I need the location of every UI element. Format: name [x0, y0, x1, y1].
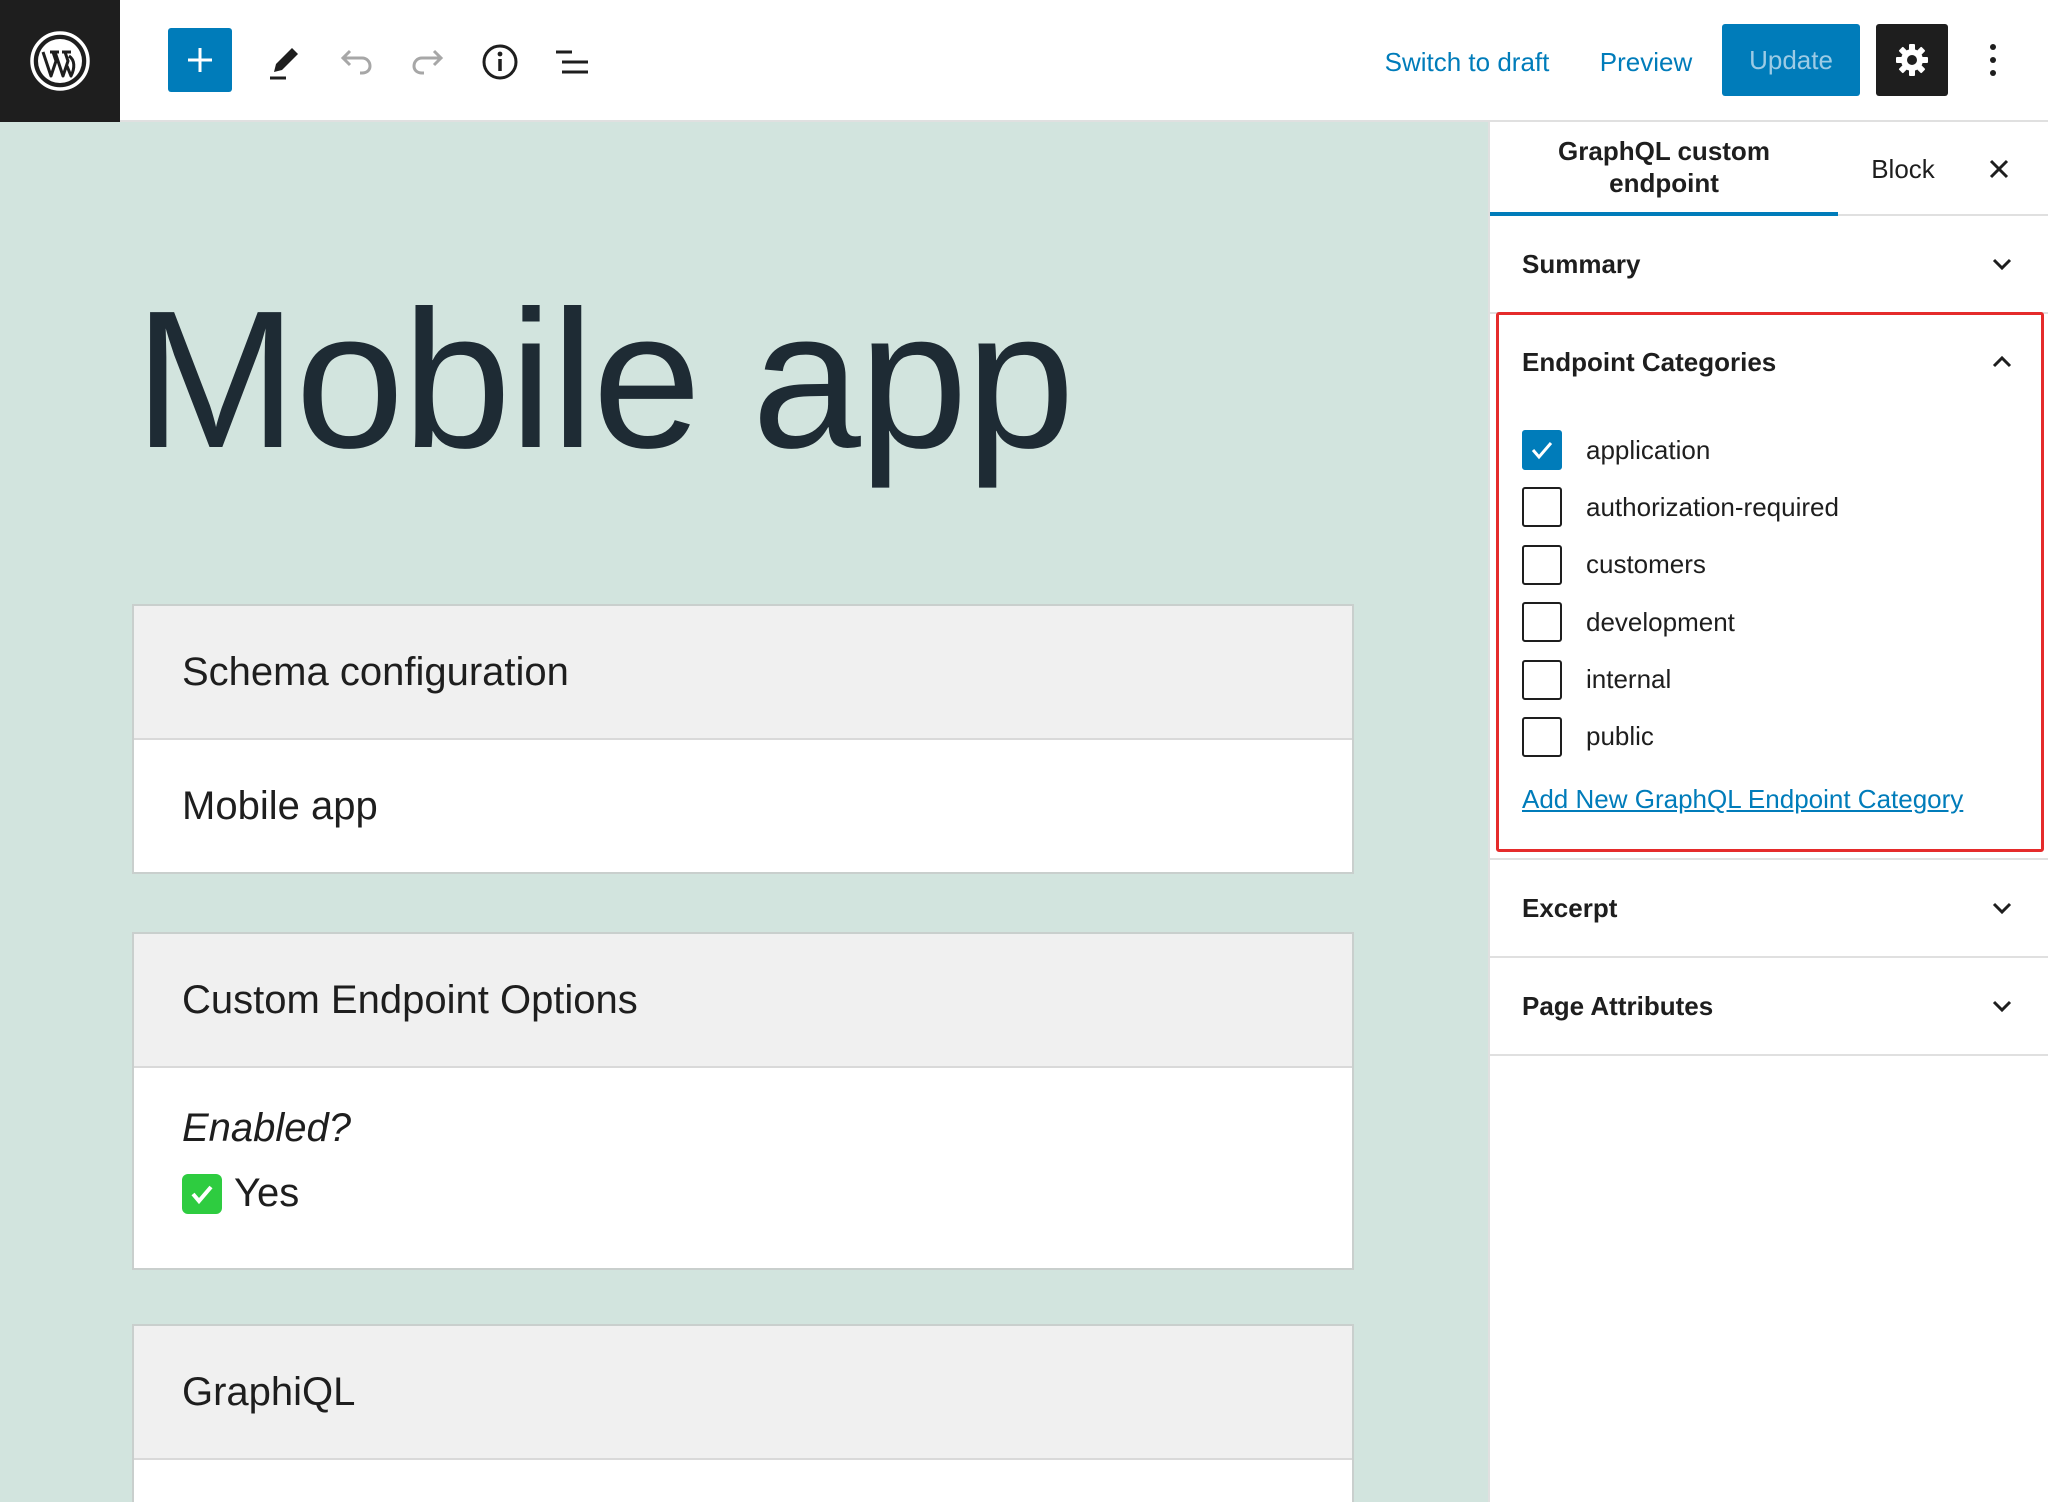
category-checkbox[interactable]	[1522, 487, 1562, 528]
checkmark-icon	[1531, 442, 1553, 460]
gear-icon	[1896, 44, 1928, 76]
add-block-button[interactable]	[168, 28, 232, 92]
block-body: Enabled? Yes	[134, 1068, 1352, 1268]
category-checkbox[interactable]	[1522, 602, 1562, 643]
category-checkbox[interactable]	[1522, 544, 1562, 585]
excerpt-panel-toggle[interactable]: Excerpt	[1490, 860, 2048, 956]
chevron-down-icon	[1992, 1000, 2012, 1013]
category-label: development	[1586, 606, 1735, 637]
wordpress-logo-button[interactable]	[0, 0, 120, 122]
checkmark-icon	[182, 1173, 222, 1214]
category-item[interactable]: development	[1522, 602, 1839, 643]
list-view-button[interactable]	[544, 34, 600, 90]
enabled-label: Enabled?	[182, 1106, 352, 1150]
chevron-down-icon	[1992, 902, 2012, 915]
tools-button[interactable]	[256, 34, 312, 90]
list-view-icon	[556, 50, 588, 74]
redo-button[interactable]	[400, 34, 456, 90]
chevron-up-icon	[1992, 355, 2012, 368]
editor-header: Switch to draft Preview Update	[0, 0, 2048, 122]
add-new-category-link[interactable]: Add New GraphQL Endpoint Category	[1522, 784, 1963, 815]
category-checkbox[interactable]	[1522, 659, 1562, 700]
category-label: internal	[1586, 664, 1672, 695]
category-label: application	[1586, 434, 1711, 465]
wordpress-logo-icon	[30, 31, 90, 91]
tab-block[interactable]: Block	[1848, 122, 1958, 216]
panel-title: Page Attributes	[1522, 990, 1714, 1021]
schema-configuration-block[interactable]: Schema configuration Mobile app	[132, 604, 1354, 874]
category-item[interactable]: customers	[1522, 544, 1839, 585]
tab-document-label: GraphQL custom endpoint	[1558, 136, 1770, 198]
summary-panel-toggle[interactable]: Summary	[1490, 216, 2048, 312]
pencil-icon	[270, 48, 298, 80]
category-label: authorization-required	[1586, 491, 1839, 522]
details-button[interactable]	[472, 34, 528, 90]
close-sidebar-button[interactable]	[1974, 144, 2024, 194]
category-checkbox[interactable]	[1522, 716, 1562, 757]
enabled-value-row: Yes	[182, 1171, 1352, 1216]
sidebar-tabs: GraphQL custom endpoint Block	[1490, 122, 2048, 216]
settings-button[interactable]	[1876, 24, 1948, 96]
tab-document[interactable]: GraphQL custom endpoint	[1490, 122, 1838, 216]
more-vertical-icon	[1990, 44, 1996, 76]
undo-icon	[340, 49, 372, 75]
endpoint-categories-panel: Endpoint Categories application authoriz…	[1490, 314, 2048, 860]
preview-button[interactable]: Preview	[1594, 40, 1698, 84]
settings-sidebar: GraphQL custom endpoint Block Summary En…	[1488, 122, 2048, 1502]
panel-title: Excerpt	[1522, 892, 1618, 923]
summary-panel: Summary	[1490, 216, 2048, 314]
undo-button[interactable]	[328, 34, 384, 90]
excerpt-panel: Excerpt	[1490, 860, 2048, 958]
category-checklist: application authorization-required custo…	[1522, 430, 1839, 774]
chevron-down-icon	[1992, 258, 2012, 271]
block-heading: Custom Endpoint Options	[134, 934, 1352, 1068]
category-item[interactable]: application	[1522, 430, 1839, 470]
category-item[interactable]: internal	[1522, 659, 1839, 700]
category-checkbox[interactable]	[1522, 430, 1562, 470]
page-attributes-panel: Page Attributes	[1490, 958, 2048, 1056]
graphiql-block[interactable]: GraphiQL	[132, 1324, 1354, 1502]
block-value: Mobile app	[134, 740, 1352, 872]
block-heading: GraphiQL	[134, 1326, 1352, 1460]
panel-title: Summary	[1522, 248, 1641, 279]
category-label: customers	[1586, 549, 1706, 580]
block-heading: Schema configuration	[134, 606, 1352, 740]
enabled-value: Yes	[234, 1171, 300, 1215]
switch-to-draft-button[interactable]: Switch to draft	[1374, 40, 1560, 84]
options-menu-button[interactable]	[1966, 30, 2020, 90]
post-title[interactable]: Mobile app	[134, 282, 1075, 478]
custom-endpoint-options-block[interactable]: Custom Endpoint Options Enabled? Yes	[132, 932, 1354, 1270]
endpoint-categories-panel-toggle[interactable]: Endpoint Categories	[1490, 314, 2048, 410]
category-label: public	[1586, 721, 1654, 752]
redo-icon	[412, 49, 444, 75]
editor-canvas: Mobile app Schema configuration Mobile a…	[0, 122, 1488, 1502]
category-item[interactable]: authorization-required	[1522, 487, 1839, 528]
category-item[interactable]: public	[1522, 716, 1839, 757]
info-icon	[482, 44, 518, 80]
page-attributes-panel-toggle[interactable]: Page Attributes	[1490, 958, 2048, 1054]
panel-title: Endpoint Categories	[1522, 346, 1777, 377]
update-button[interactable]: Update	[1722, 24, 1860, 96]
close-icon	[1989, 159, 2009, 179]
plus-icon	[188, 48, 212, 72]
